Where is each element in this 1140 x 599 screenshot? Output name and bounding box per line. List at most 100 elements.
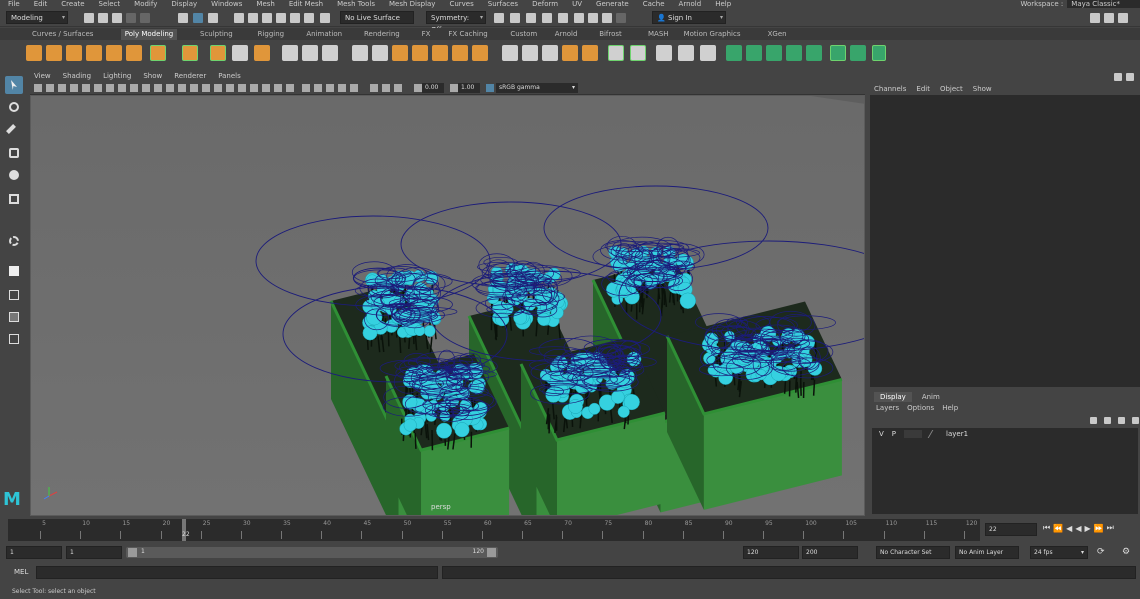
- edge-loop-icon[interactable]: [542, 45, 558, 61]
- grid-icon[interactable]: [94, 84, 102, 92]
- use-all-lights-icon[interactable]: [238, 84, 246, 92]
- shelf-tab-custom[interactable]: Custom: [506, 29, 541, 40]
- history-icon[interactable]: [494, 13, 504, 23]
- step-back-key-icon[interactable]: ⏪: [1053, 524, 1063, 533]
- smooth-shade-icon[interactable]: [190, 84, 198, 92]
- layer-color-swatch[interactable]: [927, 429, 941, 438]
- shelf-tab-motion-graphics[interactable]: Motion Graphics: [680, 29, 745, 40]
- new-layer-icon[interactable]: [1118, 417, 1125, 424]
- perspective-viewport[interactable]: persp: [30, 95, 865, 516]
- image-plane-icon[interactable]: [58, 84, 66, 92]
- gamma-field[interactable]: 1.00: [458, 83, 480, 93]
- four-view-icon[interactable]: [5, 286, 23, 304]
- layer-row[interactable]: V P layer1: [872, 428, 1138, 439]
- move-tool-icon[interactable]: [5, 144, 23, 162]
- new-scene-icon[interactable]: [84, 13, 94, 23]
- exposure-field[interactable]: 0.00: [422, 83, 444, 93]
- fps-dropdown[interactable]: 24 fps ▾: [1030, 546, 1088, 559]
- two-view-icon[interactable]: [5, 308, 23, 326]
- step-forward-frame-icon[interactable]: ⏩: [1094, 524, 1104, 533]
- menu-windows[interactable]: Windows: [211, 0, 242, 8]
- anim-layer-dropdown[interactable]: No Anim Layer: [955, 546, 1019, 559]
- step-back-frame-icon[interactable]: ◀: [1066, 524, 1072, 533]
- snap-curve-icon[interactable]: [248, 13, 258, 23]
- isolate-select-icon[interactable]: [302, 84, 310, 92]
- camera-attributes-icon[interactable]: [34, 84, 42, 92]
- tab-display[interactable]: Display: [874, 392, 912, 402]
- shelf-tab-rigging[interactable]: Rigging: [254, 29, 289, 40]
- menu-mesh-display[interactable]: Mesh Display: [389, 0, 435, 8]
- freeze-icon[interactable]: [786, 45, 802, 61]
- textured-icon[interactable]: [226, 84, 234, 92]
- fill-hole-icon[interactable]: [472, 45, 488, 61]
- shelf-tab-xgen[interactable]: XGen: [764, 29, 791, 40]
- poly-cube-icon[interactable]: [46, 45, 62, 61]
- panel-menu-renderer[interactable]: Renderer: [174, 72, 206, 80]
- modeling-toolkit-icon[interactable]: [1090, 13, 1100, 23]
- layer-menu-options[interactable]: Options: [907, 404, 934, 412]
- menu-modify[interactable]: Modify: [134, 0, 157, 8]
- shelf-tab-fx[interactable]: FX: [418, 29, 435, 40]
- attribute-editor-icon[interactable]: [1104, 13, 1114, 23]
- channel-menu-object[interactable]: Object: [940, 85, 963, 93]
- range-bar[interactable]: 1 120: [126, 547, 498, 558]
- single-perspective-view-icon[interactable]: [5, 262, 23, 280]
- shelf-tab-mash[interactable]: MASH: [644, 29, 673, 40]
- paint-icon[interactable]: [700, 45, 716, 61]
- render-settings-icon[interactable]: [558, 13, 568, 23]
- poly-cone-icon[interactable]: [86, 45, 102, 61]
- current-frame-field[interactable]: 22: [985, 523, 1037, 536]
- layer-menu-layers[interactable]: Layers: [876, 404, 899, 412]
- layer-name[interactable]: layer1: [946, 430, 968, 438]
- panel-menu-lighting[interactable]: Lighting: [103, 72, 131, 80]
- layer-playback-toggle[interactable]: P: [892, 430, 896, 438]
- center-pivot-icon[interactable]: [806, 45, 822, 61]
- menu-create[interactable]: Create: [61, 0, 84, 8]
- film-gate-icon[interactable]: [106, 84, 114, 92]
- tool-settings-icon[interactable]: [1118, 13, 1128, 23]
- playback-end-field[interactable]: 120: [743, 546, 799, 559]
- snap-point-icon[interactable]: [262, 13, 272, 23]
- select-object-icon[interactable]: [193, 13, 203, 23]
- platonic-solid-icon[interactable]: [182, 45, 198, 61]
- gate-mask-icon[interactable]: [130, 84, 138, 92]
- sign-in-dropdown[interactable]: 👤 Sign In ▾: [652, 11, 726, 24]
- merge-icon[interactable]: [582, 45, 598, 61]
- gamma-icon[interactable]: [450, 84, 458, 92]
- shelf-tab-rendering[interactable]: Rendering: [360, 29, 404, 40]
- bevel-edge-icon[interactable]: [452, 45, 468, 61]
- poly-plane-icon[interactable]: [126, 45, 142, 61]
- menu-mesh-tools[interactable]: Mesh Tools: [337, 0, 375, 8]
- save-scene-icon[interactable]: [112, 13, 122, 23]
- panel-menu-show[interactable]: Show: [143, 72, 162, 80]
- shelf-tab-curves-surfaces[interactable]: Curves / Surfaces: [28, 29, 97, 40]
- shelf-tab-arnold[interactable]: Arnold: [551, 29, 582, 40]
- menu-file[interactable]: File: [8, 0, 20, 8]
- soft-select-icon[interactable]: [5, 232, 23, 250]
- append-icon[interactable]: [502, 45, 518, 61]
- poly-disc-icon[interactable]: [150, 45, 166, 61]
- tab-anim[interactable]: Anim: [916, 392, 946, 402]
- film-back-icon[interactable]: [370, 84, 378, 92]
- open-scene-icon[interactable]: [98, 13, 108, 23]
- rotate-tool-icon[interactable]: [5, 166, 23, 184]
- ipr-render-icon[interactable]: [542, 13, 552, 23]
- shelf-tab-fx-caching[interactable]: FX Caching: [444, 29, 491, 40]
- layer-menu-help[interactable]: Help: [942, 404, 958, 412]
- depth-of-field-icon[interactable]: [286, 84, 294, 92]
- grease-pencil-icon[interactable]: [82, 84, 90, 92]
- svg-icon[interactable]: [254, 45, 270, 61]
- undo-icon[interactable]: [126, 13, 136, 23]
- smooth-icon[interactable]: [322, 45, 338, 61]
- safe-action-icon[interactable]: [154, 84, 162, 92]
- lasso-tool-icon[interactable]: [5, 98, 23, 116]
- combine-icon[interactable]: [282, 45, 298, 61]
- command-input[interactable]: [36, 566, 438, 579]
- poly-sphere-icon[interactable]: [26, 45, 42, 61]
- menu-cache[interactable]: Cache: [643, 0, 665, 8]
- wireframe-icon[interactable]: [178, 84, 186, 92]
- separate-icon[interactable]: [302, 45, 318, 61]
- paint-select-tool-icon[interactable]: [5, 120, 23, 138]
- delete-history-icon[interactable]: [830, 45, 846, 61]
- loop-icon[interactable]: ⟳: [1097, 547, 1105, 557]
